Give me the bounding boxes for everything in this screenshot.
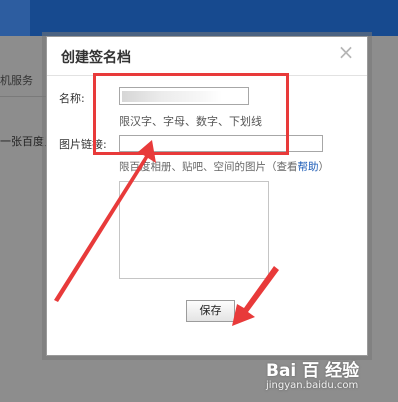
help-link[interactable]: 帮助 <box>298 161 319 173</box>
dialog-title: 创建签名档 <box>61 50 131 66</box>
topbar-accent <box>0 0 30 36</box>
watermark-url: jingyan.baidu.com <box>266 380 359 391</box>
image-link-hint: 限百度相册、贴吧、空间的图片（查看帮助） <box>119 159 329 174</box>
close-icon[interactable]: × <box>337 42 355 62</box>
watermark-logo: Bai 百 经验 <box>266 361 360 381</box>
background-service-text: 机服务 <box>0 74 33 87</box>
annotation-highlight-box <box>93 73 289 155</box>
image-hint-close: ） <box>318 161 330 173</box>
image-hint-text: 限百度相册、贴吧、空间的图片（查看 <box>119 161 298 173</box>
save-button[interactable]: 保存 <box>186 300 235 322</box>
baidu-jingyan-watermark: Bai 百 经验 jingyan.baidu.com <box>266 356 396 400</box>
image-preview-area <box>119 181 269 279</box>
top-navigation-bar <box>0 0 398 36</box>
name-label: 名称: <box>59 92 85 105</box>
background-divider <box>0 96 46 97</box>
